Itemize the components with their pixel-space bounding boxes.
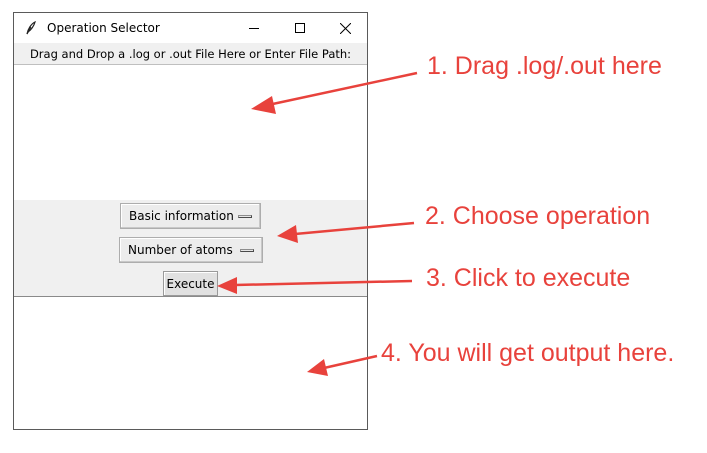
arrow-4: [307, 354, 378, 376]
arrow-1: [251, 71, 418, 114]
arrow-3: [217, 277, 413, 294]
arrow-2: [277, 221, 415, 243]
annotation-arrows: [217, 71, 418, 376]
